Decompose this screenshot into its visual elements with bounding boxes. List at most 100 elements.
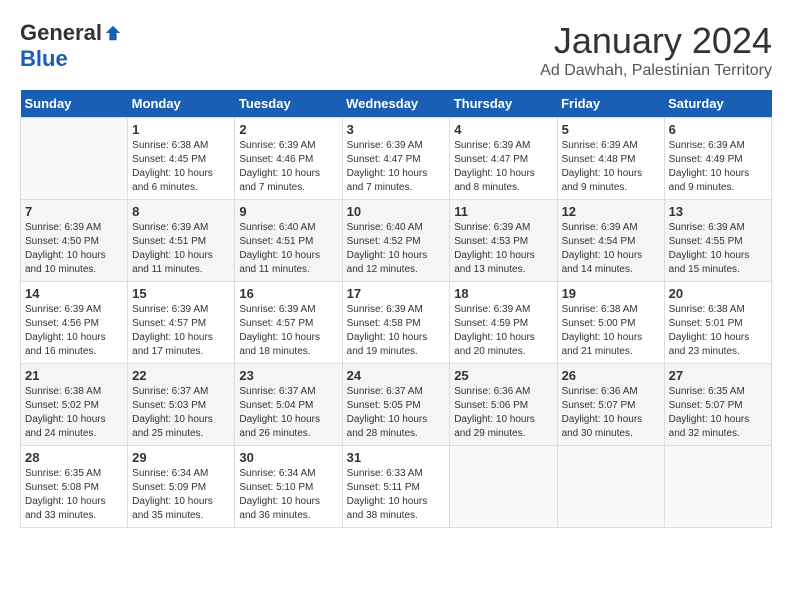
calendar-cell: 11 Sunrise: 6:39 AMSunset: 4:53 PMDayligh…: [450, 200, 557, 282]
day-info: Sunrise: 6:39 AMSunset: 4:46 PMDaylight:…: [239, 139, 337, 195]
day-number: 26: [562, 368, 660, 383]
day-number: 8: [132, 204, 230, 219]
day-info: Sunrise: 6:39 AMSunset: 4:58 PMDaylight:…: [347, 303, 446, 359]
calendar-cell: 9 Sunrise: 6:40 AMSunset: 4:51 PMDaylight…: [235, 200, 342, 282]
day-number: 22: [132, 368, 230, 383]
header-day: Tuesday: [235, 90, 342, 118]
day-info: Sunrise: 6:33 AMSunset: 5:11 PMDaylight:…: [347, 467, 446, 523]
calendar-week-row: 1Sunrise: 6:38 AMSunset: 4:45 PMDaylight…: [21, 118, 772, 200]
day-info: Sunrise: 6:38 AMSunset: 5:00 PMDaylight:…: [562, 303, 660, 359]
page-header: General Blue January 2024 Ad Dawhah, Pal…: [20, 20, 772, 80]
calendar-cell: 12 Sunrise: 6:39 AMSunset: 4:54 PMDayligh…: [557, 200, 664, 282]
calendar-cell: 15 Sunrise: 6:39 AMSunset: 4:57 PMDayligh…: [128, 282, 235, 364]
logo-general: General: [20, 20, 102, 46]
calendar-cell: 31Sunrise: 6:33 AMSunset: 5:11 PMDayligh…: [342, 446, 450, 528]
day-info: Sunrise: 6:39 AMSunset: 4:49 PMDaylight:…: [669, 139, 767, 195]
day-number: 3: [347, 122, 446, 137]
calendar-week-row: 28 Sunrise: 6:35 AMSunset: 5:08 PMDayligh…: [21, 446, 772, 528]
day-number: 21: [25, 368, 123, 383]
day-number: 2: [239, 122, 337, 137]
day-number: 16: [239, 286, 337, 301]
calendar-week-row: 14Sunrise: 6:39 AMSunset: 4:56 PMDayligh…: [21, 282, 772, 364]
day-info: Sunrise: 6:34 AMSunset: 5:10 PMDaylight:…: [239, 467, 337, 523]
day-number: 23: [239, 368, 337, 383]
header-day: Monday: [128, 90, 235, 118]
day-number: 28: [25, 450, 123, 465]
day-info: Sunrise: 6:39 AMSunset: 4:57 PMDaylight:…: [132, 303, 230, 359]
header-day: Saturday: [664, 90, 771, 118]
location-subtitle: Ad Dawhah, Palestinian Territory: [540, 62, 772, 80]
day-info: Sunrise: 6:34 AMSunset: 5:09 PMDaylight:…: [132, 467, 230, 523]
calendar-cell: 20 Sunrise: 6:38 AMSunset: 5:01 PMDayligh…: [664, 282, 771, 364]
calendar-cell: [21, 118, 128, 200]
day-info: Sunrise: 6:38 AMSunset: 5:01 PMDaylight:…: [669, 303, 767, 359]
logo: General Blue: [20, 20, 122, 72]
header-day: Thursday: [450, 90, 557, 118]
day-number: 29: [132, 450, 230, 465]
day-info: Sunrise: 6:39 AMSunset: 4:53 PMDaylight:…: [454, 221, 552, 277]
day-info: Sunrise: 6:36 AMSunset: 5:07 PMDaylight:…: [562, 385, 660, 441]
calendar-cell: 22 Sunrise: 6:37 AMSunset: 5:03 PMDayligh…: [128, 364, 235, 446]
day-info: Sunrise: 6:35 AMSunset: 5:07 PMDaylight:…: [669, 385, 767, 441]
day-info: Sunrise: 6:39 AMSunset: 4:55 PMDaylight:…: [669, 221, 767, 277]
calendar-cell: 13 Sunrise: 6:39 AMSunset: 4:55 PMDayligh…: [664, 200, 771, 282]
month-title: January 2024: [540, 20, 772, 62]
day-info: Sunrise: 6:39 AMSunset: 4:50 PMDaylight:…: [25, 221, 123, 277]
day-number: 14: [25, 286, 123, 301]
day-info: Sunrise: 6:35 AMSunset: 5:08 PMDaylight:…: [25, 467, 123, 523]
calendar-cell: 8Sunrise: 6:39 AMSunset: 4:51 PMDaylight…: [128, 200, 235, 282]
calendar-cell: 1Sunrise: 6:38 AMSunset: 4:45 PMDaylight…: [128, 118, 235, 200]
day-number: 12: [562, 204, 660, 219]
calendar-cell: 18Sunrise: 6:39 AMSunset: 4:59 PMDayligh…: [450, 282, 557, 364]
calendar-cell: 5 Sunrise: 6:39 AMSunset: 4:48 PMDaylight…: [557, 118, 664, 200]
calendar-week-row: 21Sunrise: 6:38 AMSunset: 5:02 PMDayligh…: [21, 364, 772, 446]
day-number: 4: [454, 122, 552, 137]
day-number: 30: [239, 450, 337, 465]
day-info: Sunrise: 6:40 AMSunset: 4:51 PMDaylight:…: [239, 221, 337, 277]
calendar-cell: 7Sunrise: 6:39 AMSunset: 4:50 PMDaylight…: [21, 200, 128, 282]
header-day: Sunday: [21, 90, 128, 118]
day-info: Sunrise: 6:39 AMSunset: 4:48 PMDaylight:…: [562, 139, 660, 195]
day-number: 6: [669, 122, 767, 137]
calendar-cell: 2 Sunrise: 6:39 AMSunset: 4:46 PMDaylight…: [235, 118, 342, 200]
calendar-cell: 6 Sunrise: 6:39 AMSunset: 4:49 PMDaylight…: [664, 118, 771, 200]
calendar-cell: 21Sunrise: 6:38 AMSunset: 5:02 PMDayligh…: [21, 364, 128, 446]
header-row: SundayMondayTuesdayWednesdayThursdayFrid…: [21, 90, 772, 118]
calendar-cell: 27 Sunrise: 6:35 AMSunset: 5:07 PMDayligh…: [664, 364, 771, 446]
day-number: 5: [562, 122, 660, 137]
calendar-cell: [664, 446, 771, 528]
calendar-cell: 23 Sunrise: 6:37 AMSunset: 5:04 PMDayligh…: [235, 364, 342, 446]
calendar-cell: 3Sunrise: 6:39 AMSunset: 4:47 PMDaylight…: [342, 118, 450, 200]
logo-blue: Blue: [20, 46, 68, 72]
title-section: January 2024 Ad Dawhah, Palestinian Terr…: [540, 20, 772, 80]
day-number: 10: [347, 204, 446, 219]
calendar-cell: 28 Sunrise: 6:35 AMSunset: 5:08 PMDayligh…: [21, 446, 128, 528]
calendar-cell: 29 Sunrise: 6:34 AMSunset: 5:09 PMDayligh…: [128, 446, 235, 528]
calendar-cell: 14Sunrise: 6:39 AMSunset: 4:56 PMDayligh…: [21, 282, 128, 364]
day-number: 27: [669, 368, 767, 383]
calendar-cell: 10 Sunrise: 6:40 AMSunset: 4:52 PMDayligh…: [342, 200, 450, 282]
day-number: 15: [132, 286, 230, 301]
day-number: 9: [239, 204, 337, 219]
calendar-week-row: 7Sunrise: 6:39 AMSunset: 4:50 PMDaylight…: [21, 200, 772, 282]
calendar-cell: 30 Sunrise: 6:34 AMSunset: 5:10 PMDayligh…: [235, 446, 342, 528]
day-number: 25: [454, 368, 552, 383]
day-info: Sunrise: 6:40 AMSunset: 4:52 PMDaylight:…: [347, 221, 446, 277]
day-number: 20: [669, 286, 767, 301]
day-number: 13: [669, 204, 767, 219]
day-info: Sunrise: 6:37 AMSunset: 5:03 PMDaylight:…: [132, 385, 230, 441]
calendar-cell: [557, 446, 664, 528]
day-info: Sunrise: 6:39 AMSunset: 4:54 PMDaylight:…: [562, 221, 660, 277]
header-day: Friday: [557, 90, 664, 118]
day-info: Sunrise: 6:37 AMSunset: 5:05 PMDaylight:…: [347, 385, 446, 441]
calendar-cell: 16Sunrise: 6:39 AMSunset: 4:57 PMDayligh…: [235, 282, 342, 364]
day-info: Sunrise: 6:39 AMSunset: 4:47 PMDaylight:…: [454, 139, 552, 195]
calendar-cell: 19Sunrise: 6:38 AMSunset: 5:00 PMDayligh…: [557, 282, 664, 364]
calendar-cell: 26 Sunrise: 6:36 AMSunset: 5:07 PMDayligh…: [557, 364, 664, 446]
day-number: 11: [454, 204, 552, 219]
day-number: 18: [454, 286, 552, 301]
calendar-cell: 4 Sunrise: 6:39 AMSunset: 4:47 PMDaylight…: [450, 118, 557, 200]
header-day: Wednesday: [342, 90, 450, 118]
logo-icon: [104, 24, 122, 42]
day-info: Sunrise: 6:37 AMSunset: 5:04 PMDaylight:…: [239, 385, 337, 441]
